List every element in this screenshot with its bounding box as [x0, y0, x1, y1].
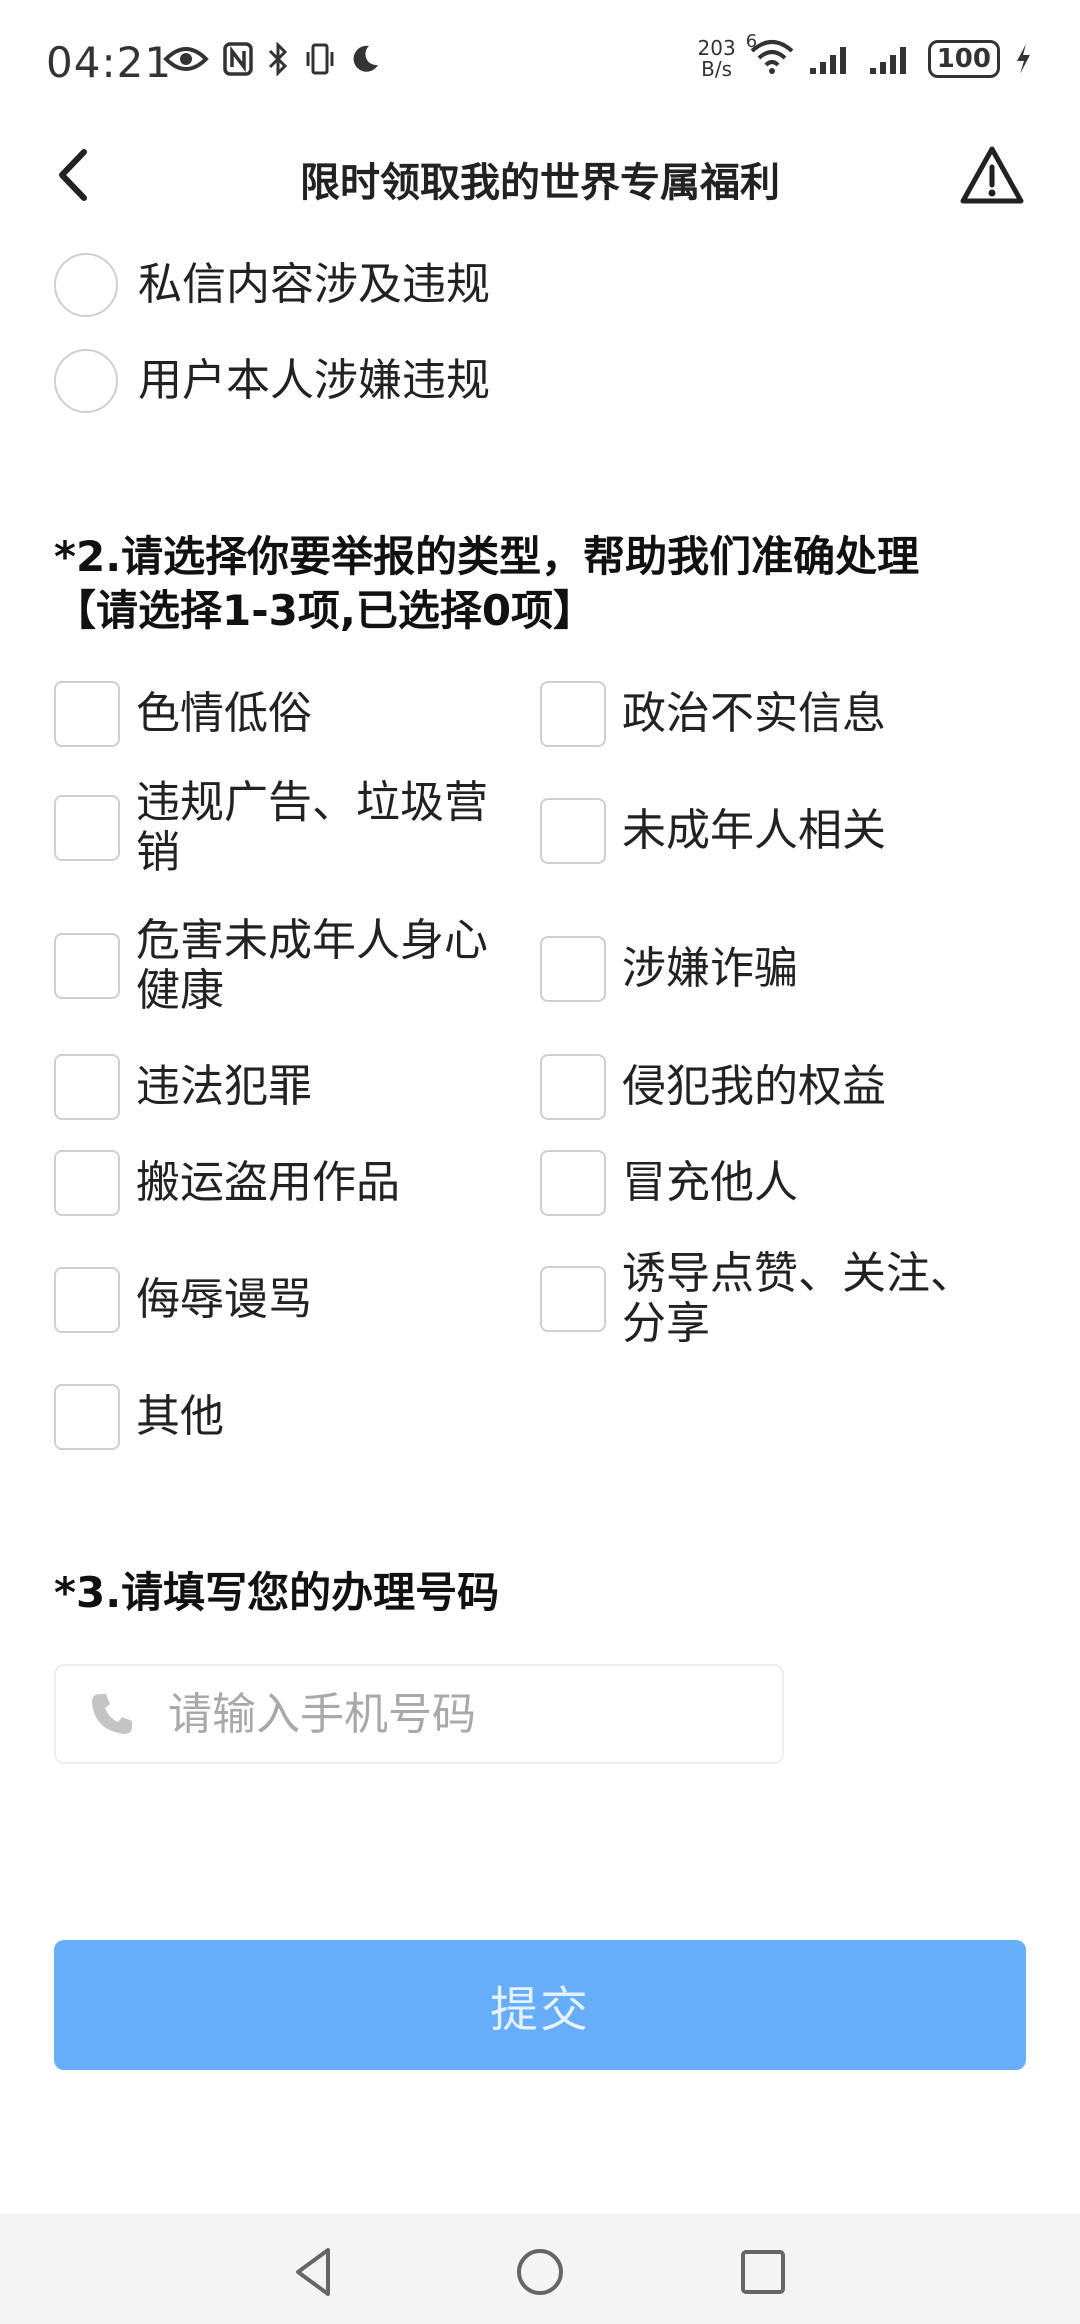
checkbox-label: 其他 — [136, 1391, 224, 1442]
navigation-bar — [0, 2214, 1080, 2324]
wifi-group: 6 — [746, 31, 794, 79]
phone-input-box[interactable] — [54, 1664, 784, 1764]
checkbox-option[interactable]: 政治不实信息 — [540, 681, 1002, 747]
battery-icon: 100 — [927, 40, 1000, 78]
checkbox-label: 涉嫌诈骗 — [622, 943, 798, 994]
checkbox[interactable] — [54, 1267, 120, 1333]
checkbox[interactable] — [54, 933, 120, 999]
checkbox-label: 搬运盗用作品 — [136, 1157, 400, 1208]
checkbox-label: 冒充他人 — [622, 1157, 798, 1208]
checkbox-option[interactable]: 其他 — [54, 1384, 516, 1450]
checkbox[interactable] — [54, 795, 120, 861]
checkbox[interactable] — [540, 1054, 606, 1120]
checkbox[interactable] — [540, 1150, 606, 1216]
question-2-title-line2: 【请选择1-3项,已选择0项】 — [54, 586, 596, 635]
charging-icon — [1017, 44, 1030, 74]
checkbox-label: 侵犯我的权益 — [622, 1061, 886, 1112]
status-icons-right: 203 B/s 6 100 — [698, 31, 1032, 80]
phone-icon — [92, 1694, 132, 1734]
checkbox[interactable] — [54, 1150, 120, 1216]
checkbox-option[interactable]: 未成年人相关 — [540, 798, 1002, 864]
checkbox-label: 违规广告、垃圾营销 — [136, 777, 488, 878]
vibrate-icon — [306, 43, 334, 75]
question-2-title: *2.请选择你要举报的类型，帮助我们准确处理 【请选择1-3项,已选择0项】 — [54, 530, 1044, 638]
checkbox-label: 诱导点赞、关注、分享 — [622, 1248, 974, 1349]
bluetooth-icon — [268, 42, 288, 76]
home-circle-icon[interactable] — [510, 2242, 570, 2302]
wifi-badge: 6 — [745, 31, 758, 52]
checkbox-option[interactable]: 侮辱谩骂 — [54, 1267, 516, 1333]
signal-icon — [809, 47, 846, 74]
checkbox-option[interactable]: 搬运盗用作品 — [54, 1150, 516, 1216]
net-speed-unit: B/s — [701, 57, 733, 81]
checkbox-option[interactable]: 违规广告、垃圾营销 — [54, 778, 506, 878]
submit-button[interactable]: 提交 — [54, 1940, 1026, 2070]
radio-label: 用户本人涉嫌违规 — [138, 355, 490, 406]
checkbox-label: 政治不实信息 — [622, 688, 886, 739]
checkbox-option[interactable]: 侵犯我的权益 — [540, 1054, 1002, 1120]
warning-icon[interactable] — [960, 145, 1024, 205]
checkbox[interactable] — [540, 936, 606, 1002]
checkbox-option[interactable]: 诱导点赞、关注、分享 — [540, 1249, 992, 1349]
checkbox-label: 违法犯罪 — [136, 1061, 312, 1112]
moon-icon — [353, 45, 378, 72]
checkbox-label: 未成年人相关 — [622, 805, 886, 856]
nfc-icon — [223, 42, 253, 76]
question-2-title-line1: *2.请选择你要举报的类型，帮助我们准确处理 — [54, 532, 920, 581]
checkbox[interactable] — [54, 1384, 120, 1450]
page-title: 限时领取我的世界专属福利 — [300, 160, 780, 206]
radio-button[interactable] — [54, 253, 118, 317]
checkbox-option[interactable]: 冒充他人 — [540, 1150, 1002, 1216]
checkbox-option[interactable]: 涉嫌诈骗 — [540, 936, 1002, 1002]
back-triangle-icon[interactable] — [284, 2242, 344, 2302]
checkbox[interactable] — [540, 798, 606, 864]
status-icons-left — [163, 42, 381, 76]
checkbox[interactable] — [540, 681, 606, 747]
eye-icon — [163, 47, 209, 71]
radio-option[interactable]: 私信内容涉及违规 — [54, 250, 490, 320]
radio-label: 私信内容涉及违规 — [138, 259, 490, 310]
recents-square-icon[interactable] — [733, 2242, 793, 2302]
checkbox-label: 危害未成年人身心健康 — [136, 915, 488, 1016]
net-speed: 203 B/s — [698, 38, 736, 80]
question-3-title: *3.请填写您的办理号码 — [54, 1568, 500, 1617]
radio-button[interactable] — [54, 349, 118, 413]
checkbox-option[interactable]: 违法犯罪 — [54, 1054, 516, 1120]
status-time: 04:21 — [46, 38, 173, 87]
checkbox[interactable] — [540, 1266, 606, 1332]
phone-number-input[interactable] — [166, 1687, 730, 1741]
checkbox-label: 侮辱谩骂 — [136, 1274, 312, 1325]
radio-option[interactable]: 用户本人涉嫌违规 — [54, 346, 490, 416]
checkbox-option[interactable]: 危害未成年人身心健康 — [54, 916, 506, 1016]
signal-icon — [869, 47, 906, 74]
checkbox[interactable] — [54, 681, 120, 747]
checkbox-label: 色情低俗 — [136, 688, 312, 739]
checkbox[interactable] — [54, 1054, 120, 1120]
net-speed-value: 203 — [697, 36, 736, 60]
checkbox-option[interactable]: 色情低俗 — [54, 681, 516, 747]
